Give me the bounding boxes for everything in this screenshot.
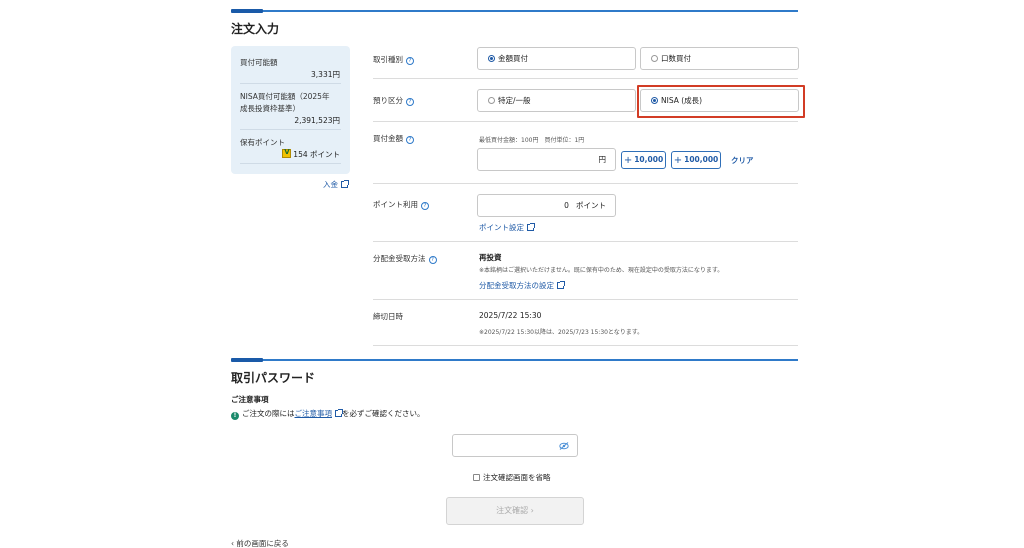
clear-button[interactable]: クリア	[731, 155, 754, 166]
amount-input[interactable]: 円	[477, 148, 616, 171]
trade-type-amount-option[interactable]: 金額買付	[477, 47, 636, 70]
distribution-value: 再投資	[479, 253, 502, 262]
password-section-title: 取引パスワード	[231, 371, 316, 385]
radio-selected-icon	[488, 55, 495, 62]
help-icon[interactable]: ?	[421, 202, 429, 210]
point-coin-icon	[282, 148, 292, 158]
caution-text: ! ご注文の際にはご注意事項 を必ずご確認ください。	[231, 408, 425, 420]
order-section-divider	[231, 9, 798, 13]
deadline-note: ※2025/7/22 15:30以降は、2025/7/23 15:30となります…	[479, 329, 644, 336]
plus-icon: +	[673, 155, 683, 166]
points-unit: ポイント	[576, 201, 606, 210]
distribution-note: ※本銘柄はご選択いただけません。既に保有中のため、現在設定中の受取方法になります…	[479, 267, 724, 274]
amount-note: 最低買付金額：100円 買付単位：1円	[479, 137, 585, 144]
account-type-specific-option[interactable]: 特定/一般	[477, 89, 636, 112]
buying-power-value: 3,331円	[311, 70, 340, 79]
distribution-settings-link[interactable]: 分配金受取方法の設定	[479, 280, 565, 291]
skip-confirm-checkbox[interactable]: 注文確認画面を省略	[473, 472, 551, 483]
external-link-icon	[527, 223, 535, 231]
account-type-label: 預り区分?	[373, 95, 414, 106]
points-label: 保有ポイント	[240, 138, 285, 147]
nisa-buying-power-value: 2,391,523円	[294, 116, 340, 125]
password-input[interactable]	[452, 434, 578, 457]
chevron-right-icon: ›	[530, 506, 534, 515]
deadline-label: 締切日時	[373, 312, 403, 321]
external-link-icon	[341, 180, 349, 188]
plus-icon: +	[623, 155, 633, 166]
deposit-link-label: 入金	[323, 180, 338, 189]
amount-label: 買付金額?	[373, 133, 414, 144]
eye-slash-icon[interactable]	[559, 442, 569, 450]
radio-unselected-icon	[488, 97, 495, 104]
password-section-divider	[231, 358, 798, 362]
trade-type-label: 取引種別?	[373, 54, 414, 65]
chevron-left-icon: ‹	[231, 539, 234, 548]
caution-title: ご注意事項	[231, 395, 269, 404]
nisa-buying-power-label-1: NISA買付可能額（2025年	[240, 92, 330, 101]
radio-unselected-icon	[651, 55, 658, 62]
trade-type-units-option[interactable]: 口数買付	[640, 47, 799, 70]
points-input[interactable]: 0 ポイント	[477, 194, 616, 217]
help-icon[interactable]: ?	[406, 98, 414, 106]
points-value: 154 ポイント	[293, 150, 340, 159]
deadline-value: 2025/7/22 15:30	[479, 311, 542, 320]
nisa-buying-power-label-2: 成長投資枠基準）	[240, 104, 300, 113]
help-icon[interactable]: ?	[406, 136, 414, 144]
info-icon: !	[231, 412, 239, 420]
distribution-label: 分配金受取方法?	[373, 253, 437, 264]
points-use-label: ポイント利用?	[373, 199, 429, 210]
help-icon[interactable]: ?	[428, 256, 437, 264]
external-link-icon	[335, 409, 343, 417]
highlight-box	[637, 85, 805, 118]
back-link[interactable]: ‹ 前の画面に戻る	[231, 538, 289, 548]
caution-link[interactable]: ご注意事項	[295, 409, 333, 418]
help-icon[interactable]: ?	[406, 57, 414, 65]
point-settings-link[interactable]: ポイント設定	[479, 222, 535, 233]
account-summary-panel: 買付可能額 3,331円 NISA買付可能額（2025年 成長投資枠基準） 2,…	[231, 46, 350, 174]
buying-power-label: 買付可能額	[240, 58, 278, 67]
checkbox-icon	[473, 474, 480, 481]
amount-unit: 円	[598, 155, 607, 164]
add-100000-button[interactable]: +100,000	[671, 151, 721, 169]
deposit-link[interactable]: 入金	[323, 179, 349, 190]
order-section-title: 注文入力	[231, 22, 280, 36]
points-value-wrap: 154 ポイント	[282, 148, 340, 160]
external-link-icon	[557, 281, 565, 289]
add-10000-button[interactable]: +10,000	[621, 151, 666, 169]
order-confirm-button[interactable]: 注文確認 ›	[446, 497, 584, 525]
